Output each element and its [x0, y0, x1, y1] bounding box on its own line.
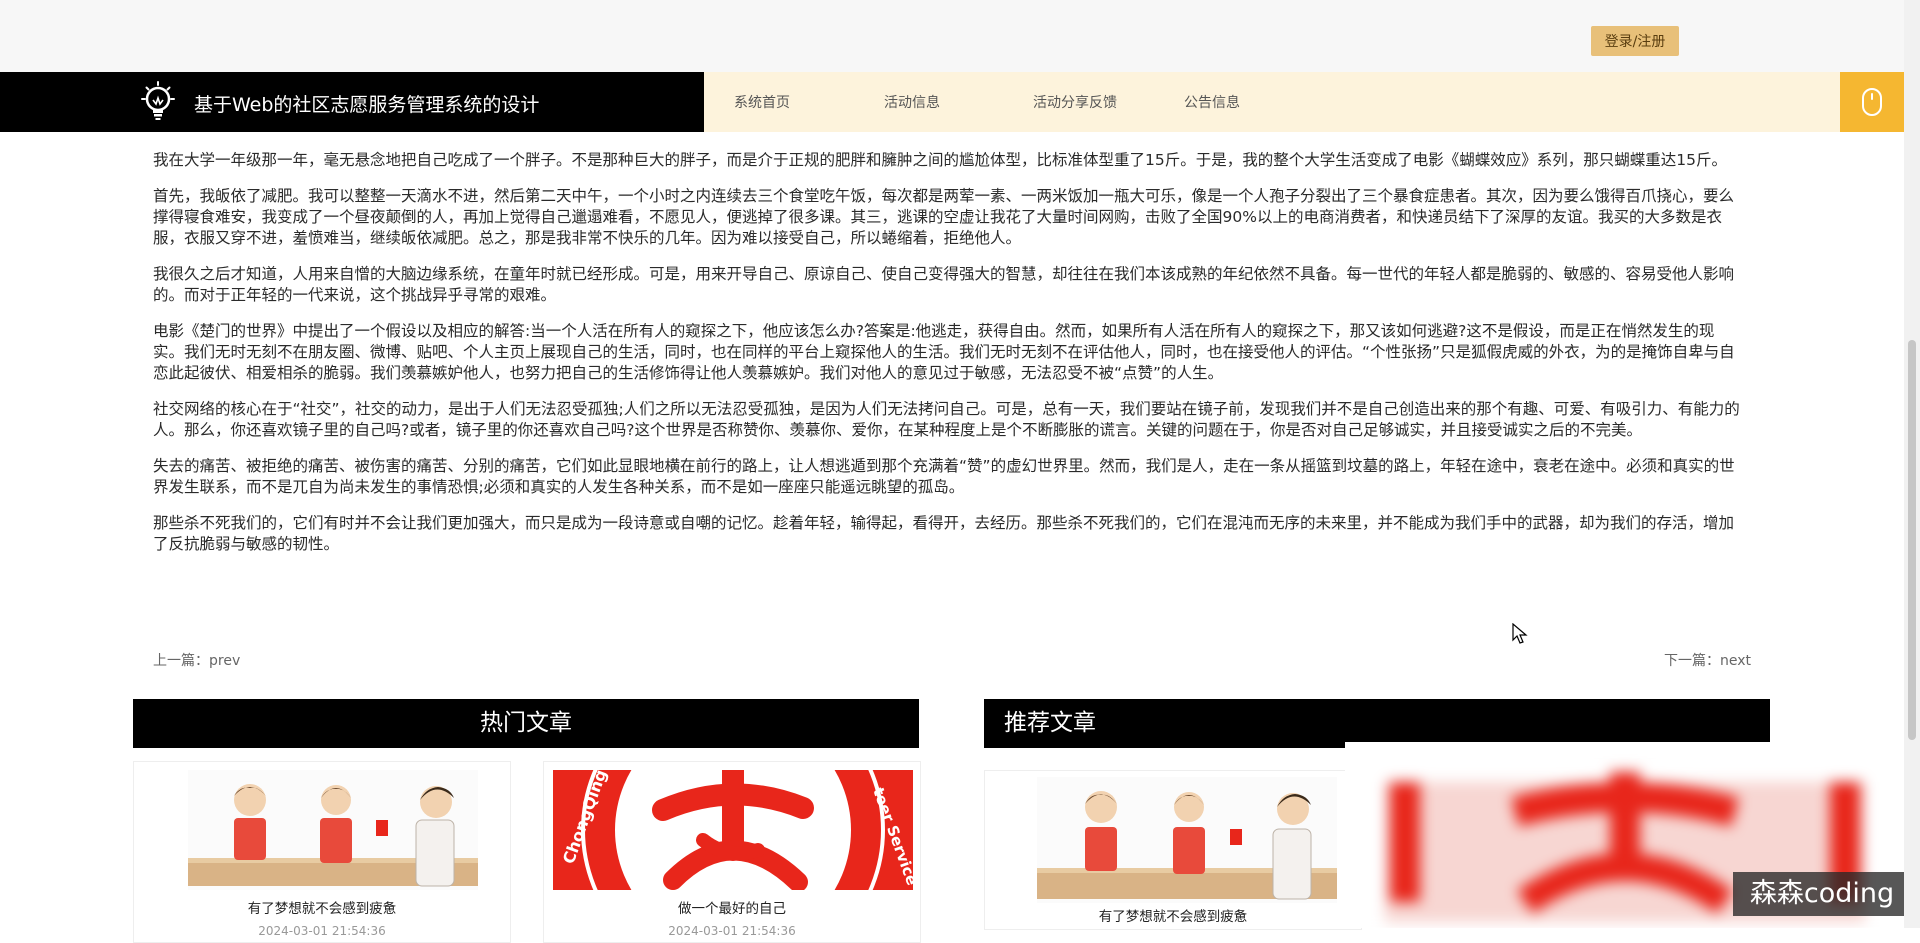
nav-item-activity-feedback[interactable]: 活动分享反馈 — [1033, 92, 1117, 112]
card-caption: 有了梦想就不会感到疲惫 — [247, 901, 397, 917]
prev-article-link[interactable]: 上一篇：prev — [153, 650, 240, 670]
site-title: 基于Web的社区志愿服务管理系统的设计 — [194, 94, 540, 116]
article-paragraph: 首先，我皈依了减肥。我可以整整一天滴水不进，然后第二天中午，一个小时之内连续去三… — [153, 187, 1735, 247]
scrollbar-thumb[interactable] — [1908, 340, 1916, 740]
card-caption: 有了梦想就不会感到疲惫 — [1098, 909, 1248, 925]
volunteers-illustration — [188, 770, 478, 890]
top-bar: 登录/注册 — [0, 0, 1904, 73]
article-paragraph: 社交网络的核心在于“社交”，社交的动力，是出于人们无法忍受孤独;人们之所以无法忍… — [153, 400, 1740, 439]
mouse-icon — [1862, 88, 1882, 116]
article-body: 我在大学一年级那一年，毫无悬念地把自己吃成了一个胖子。不是那种巨大的胖子，而是介… — [153, 150, 1743, 570]
main-menu: 系统首页 活动信息 活动分享反馈 公告信息 — [704, 72, 1840, 132]
hot-article-card[interactable]: ChongQing teer Service 做一个最好的自己 2024-03-… — [543, 761, 921, 943]
watermark: 森森coding — [1733, 872, 1911, 916]
card-caption: 做一个最好的自己 — [678, 901, 786, 917]
scrollbar[interactable] — [1904, 0, 1920, 928]
volunteers-illustration — [1037, 777, 1337, 903]
brand[interactable]: 基于Web的社区志愿服务管理系统的设计 — [0, 72, 704, 132]
scroll-mouse-button[interactable] — [1840, 72, 1904, 132]
card-date: 2024-03-01 21:54:36 — [258, 924, 386, 938]
article-paragraph: 那些杀不死我们的，它们有时并不会让我们更加强大，而只是成为一段诗意或自嘲的记忆。… — [153, 514, 1735, 553]
nav-item-home[interactable]: 系统首页 — [734, 92, 790, 112]
lightbulb-logo-icon — [141, 81, 175, 120]
article-paragraph: 失去的痛苦、被拒绝的痛苦、被伤害的痛苦、分别的痛苦，它们如此显眼地横在前行的路上… — [153, 457, 1735, 496]
hot-articles-header: 热门文章 — [133, 699, 919, 748]
navbar: 基于Web的社区志愿服务管理系统的设计 系统首页 活动信息 活动分享反馈 公告信… — [0, 72, 1904, 132]
login-register-button[interactable]: 登录/注册 — [1591, 26, 1679, 56]
volunteer-service-logo: ChongQing teer Service — [553, 770, 913, 890]
article-paragraph: 我在大学一年级那一年，毫无悬念地把自己吃成了一个胖子。不是那种巨大的胖子，而是介… — [153, 151, 1727, 169]
recommended-articles-header: 推荐文章 — [984, 699, 1770, 748]
next-article-link[interactable]: 下一篇：next — [1664, 650, 1751, 670]
nav-item-activities[interactable]: 活动信息 — [884, 92, 940, 112]
nav-item-announcements[interactable]: 公告信息 — [1184, 92, 1240, 112]
article-paragraph: 我很久之后才知道，人用来自憎的大脑边缘系统，在童年时就已经形成。可是，用来开导自… — [153, 265, 1735, 304]
recommended-article-card[interactable]: 有了梦想就不会感到疲惫 — [984, 770, 1362, 930]
hot-article-card[interactable]: 有了梦想就不会感到疲惫 2024-03-01 21:54:36 — [133, 761, 511, 943]
article-paragraph: 电影《楚门的世界》中提出了一个假设以及相应的解答:当一个人活在所有人的窥探之下，… — [153, 322, 1735, 382]
card-date: 2024-03-01 21:54:36 — [668, 924, 796, 938]
mouse-cursor-icon — [1512, 623, 1528, 644]
